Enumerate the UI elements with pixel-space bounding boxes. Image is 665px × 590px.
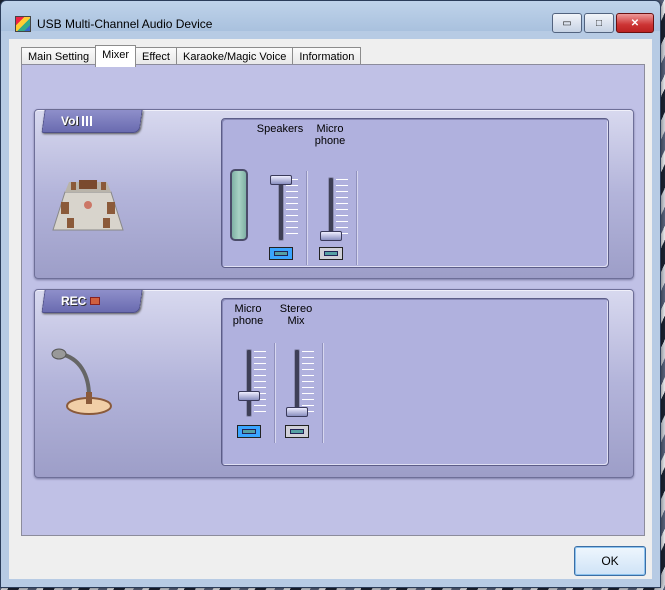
- volume-ribbon-text: Vol: [61, 114, 79, 128]
- speakers-volume-slider[interactable]: [270, 175, 292, 185]
- speakers-slider-ticks: [286, 179, 298, 239]
- channel-label-stereo-mix: Stereo Mix: [279, 303, 313, 327]
- volume-ribbon-label: Vol: [61, 114, 94, 128]
- dialog-window: USB Multi-Channel Audio Device ▭ □ ✕ Mai…: [0, 0, 661, 588]
- record-group: REC Micro phone Stereo Mix: [34, 289, 634, 478]
- volume-level-meter: [230, 169, 248, 241]
- stereo-mix-slider-ticks: [302, 351, 314, 415]
- close-icon: ✕: [630, 17, 640, 29]
- channel-separator: [356, 171, 358, 265]
- stereo-mix-select-button[interactable]: [285, 425, 309, 438]
- minimize-icon: ▭: [562, 17, 572, 29]
- audio-app-icon: [15, 16, 31, 32]
- playback-volume-group: Vol Speakers Micro phone: [34, 109, 634, 279]
- channel-separator: [274, 343, 276, 443]
- window-title: USB Multi-Channel Audio Device: [37, 17, 213, 31]
- record-microphone-slider[interactable]: [238, 391, 260, 401]
- speakers-slider-track: [278, 177, 284, 241]
- maximize-button[interactable]: □: [584, 13, 614, 33]
- dialog-client: Main Setting Mixer Effect Karaoke/Magic …: [9, 39, 652, 579]
- title-bar[interactable]: USB Multi-Channel Audio Device ▭ □ ✕: [1, 1, 660, 33]
- microphone-volume-slider[interactable]: [320, 231, 342, 241]
- record-ribbon-text: REC: [61, 294, 87, 308]
- microphone-mute-button[interactable]: [319, 247, 343, 260]
- record-dot-icon: [90, 297, 101, 305]
- maximize-icon: □: [595, 17, 603, 29]
- speaker-room-icon: [52, 180, 124, 231]
- stereo-mix-slider[interactable]: [286, 407, 308, 417]
- record-microphone-slider-ticks: [254, 351, 266, 415]
- channel-separator: [322, 343, 324, 443]
- channel-separator: [306, 171, 308, 265]
- speakers-mute-button[interactable]: [269, 247, 293, 260]
- record-ribbon-label: REC: [61, 294, 101, 308]
- microphone-slider-ticks: [336, 179, 348, 239]
- close-button[interactable]: ✕: [616, 13, 654, 33]
- ok-button[interactable]: OK: [574, 546, 646, 576]
- record-microphone-select-button[interactable]: [237, 425, 261, 438]
- mixer-panel: Vol Speakers Micro phone REC Micro phone…: [21, 64, 645, 536]
- channel-label-microphone: Micro phone: [314, 123, 346, 147]
- minimize-button[interactable]: ▭: [552, 13, 582, 33]
- record-microphone-slider-track: [246, 349, 252, 417]
- microphone-icon: [51, 348, 112, 415]
- record-mixer-box: Micro phone Stereo Mix: [221, 298, 609, 466]
- tab-mixer[interactable]: Mixer: [95, 45, 137, 67]
- caption-buttons: ▭ □ ✕: [552, 13, 654, 33]
- volume-bars-icon: [81, 114, 94, 128]
- playback-mixer-box: Speakers Micro phone: [221, 118, 609, 268]
